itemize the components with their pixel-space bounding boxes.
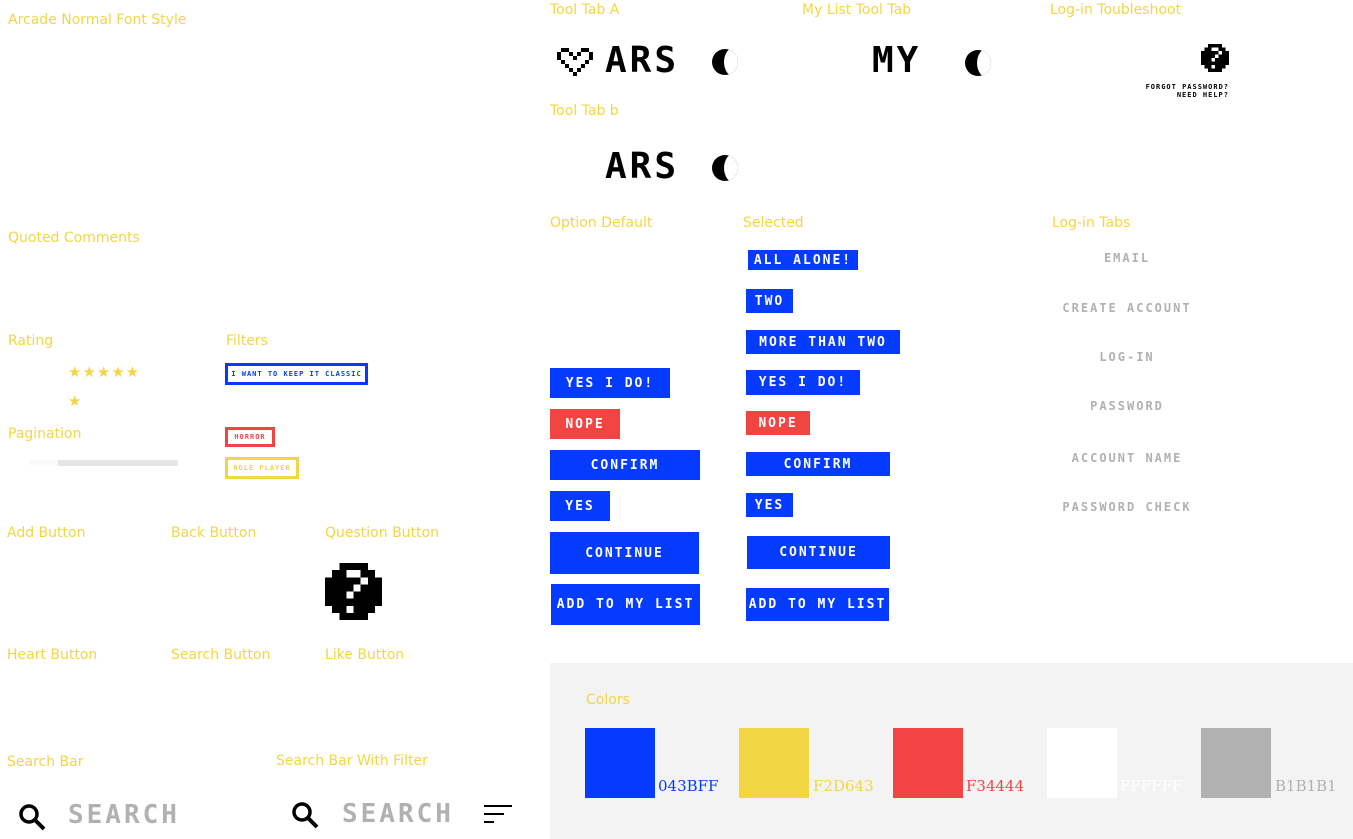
add-to-my-list-selected-button[interactable]: ADD TO MY LIST: [746, 588, 889, 621]
swatch-gray-hex: B1B1B1: [1275, 777, 1337, 795]
rating-label: Rating: [8, 333, 54, 349]
filters-label: Filters: [226, 333, 268, 349]
swatch-white-hex: FFFFFF: [1120, 777, 1183, 795]
password-check-tab[interactable]: PASSWORD CHECK: [1052, 500, 1202, 514]
yes-selected-button[interactable]: YES: [746, 493, 793, 517]
continue-button[interactable]: CONTINUE: [550, 532, 699, 574]
password-tab[interactable]: PASSWORD: [1052, 399, 1202, 413]
my-list-tab-text[interactable]: MY: [872, 40, 921, 81]
login-tabs-label: Log-in Tabs: [1052, 215, 1131, 231]
search-input[interactable]: SEARCH: [68, 800, 180, 830]
search-icon[interactable]: [291, 801, 319, 829]
two-option[interactable]: TWO: [746, 289, 793, 313]
question-icon[interactable]: [1201, 44, 1229, 72]
tool-tab-b-text[interactable]: ARS: [605, 146, 679, 187]
colors-panel: Colors 043BFF F2D643 F34444 FFFFFF B1B1B…: [550, 663, 1353, 839]
yes-button[interactable]: YES: [550, 491, 610, 521]
swatch-gray: [1201, 728, 1271, 798]
filter-horror[interactable]: HORROR: [225, 427, 275, 447]
search-bar-label: Search Bar: [7, 754, 84, 770]
filter-classic[interactable]: I WANT TO KEEP IT CLASSIC: [225, 363, 368, 385]
swatch-white: [1047, 728, 1117, 798]
pagination-indicator[interactable]: [30, 460, 58, 466]
login-tab[interactable]: LOG-IN: [1052, 350, 1202, 364]
search-button-label: Search Button: [171, 647, 271, 663]
continue-selected-button[interactable]: CONTINUE: [747, 536, 890, 569]
confirm-selected-button[interactable]: CONFIRM: [746, 452, 890, 476]
pagination-label: Pagination: [8, 426, 82, 442]
swatch-yellow: [739, 728, 809, 798]
more-than-two-option[interactable]: MORE THAN TWO: [746, 330, 900, 354]
confirm-button[interactable]: CONFIRM: [550, 450, 700, 480]
login-troubleshoot-label: Log-in Toubleshoot: [1050, 2, 1182, 18]
selected-label: Selected: [743, 215, 804, 231]
heart-icon[interactable]: [557, 48, 593, 76]
swatch-blue-hex: 043BFF: [658, 777, 719, 795]
pagination-track[interactable]: [58, 460, 178, 466]
moon-icon[interactable]: [712, 49, 738, 75]
question-icon[interactable]: [325, 563, 382, 620]
add-to-my-list-button[interactable]: ADD TO MY LIST: [551, 584, 700, 625]
swatch-red-hex: F34444: [966, 777, 1025, 795]
nope-selected-button[interactable]: NOPE: [746, 411, 810, 435]
arcade-font-label: Arcade Normal Font Style: [8, 12, 187, 28]
account-name-tab[interactable]: ACCOUNT NAME: [1052, 451, 1202, 465]
swatch-red: [893, 728, 963, 798]
like-button-label: Like Button: [325, 647, 405, 663]
add-button-label: Add Button: [7, 525, 86, 541]
moon-icon[interactable]: [712, 155, 738, 181]
all-alone-option[interactable]: ALL ALONE!: [746, 248, 860, 272]
question-button-label: Question Button: [325, 525, 439, 541]
search-icon[interactable]: [18, 803, 46, 831]
create-account-tab[interactable]: CREATE ACCOUNT: [1052, 301, 1202, 315]
tool-tab-a-label: Tool Tab A: [550, 2, 620, 18]
moon-icon[interactable]: [965, 50, 991, 76]
filter-icon[interactable]: [484, 805, 512, 825]
tool-tab-a-text[interactable]: ARS: [605, 40, 679, 81]
email-tab[interactable]: EMAIL: [1052, 251, 1202, 265]
heart-button-label: Heart Button: [7, 647, 98, 663]
filter-role-player[interactable]: ROLE PLAYER: [225, 457, 299, 479]
colors-label: Colors: [586, 692, 630, 708]
quoted-comments-label: Quoted Comments: [8, 230, 140, 246]
tool-tab-b-label: Tool Tab b: [550, 103, 619, 119]
swatch-blue: [585, 728, 655, 798]
forgot-password-text[interactable]: FORGOT PASSWORD? NEED HELP?: [1146, 83, 1229, 99]
search-bar-filter-label: Search Bar With Filter: [276, 753, 428, 769]
my-list-tool-tab-label: My List Tool Tab: [802, 2, 912, 18]
yes-i-do-button[interactable]: YES I DO!: [550, 368, 670, 398]
rating-stars[interactable]: ★★★★★★: [68, 358, 148, 416]
option-default-label: Option Default: [550, 215, 653, 231]
nope-button[interactable]: NOPE: [550, 409, 620, 439]
swatch-yellow-hex: F2D643: [813, 777, 874, 795]
yes-i-do-selected-button[interactable]: YES I DO!: [746, 370, 860, 395]
search-filter-input[interactable]: SEARCH: [342, 799, 454, 829]
back-button-label: Back Button: [171, 525, 257, 541]
